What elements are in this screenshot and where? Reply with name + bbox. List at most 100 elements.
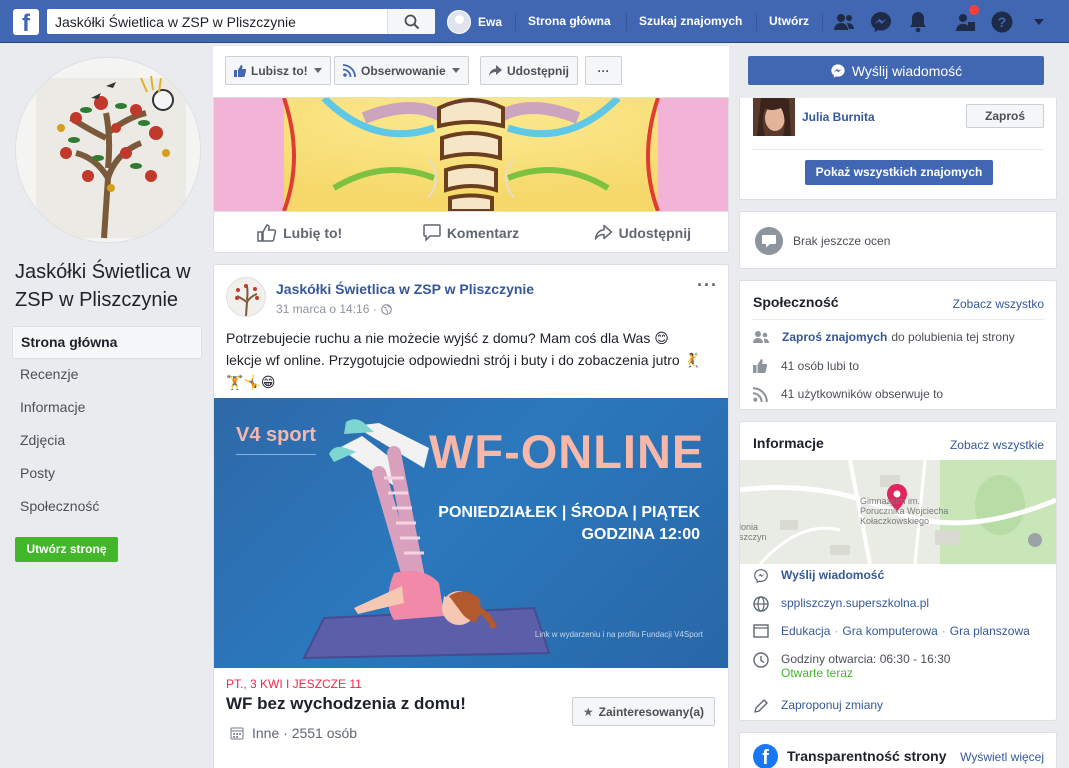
category-link[interactable]: Gra planszowa bbox=[950, 624, 1030, 638]
info-suggest-row: Zaproponuj zmiany bbox=[753, 698, 883, 714]
follow-page-label: Obserwowanie bbox=[361, 63, 446, 78]
event-image-days: PONIEDZIAŁEK | ŚRODA | PIĄTEK bbox=[438, 504, 700, 521]
sidebar-item-home[interactable]: Strona główna bbox=[12, 326, 202, 359]
profile-link[interactable]: Ewa bbox=[447, 9, 502, 34]
sidebar-item-photos[interactable]: Zdjęcia bbox=[12, 425, 202, 458]
invite-friends-link[interactable]: Zaproś znajomych bbox=[782, 330, 887, 344]
messenger-icon[interactable] bbox=[869, 10, 893, 34]
globe-icon bbox=[753, 596, 769, 612]
invite-friend-button[interactable]: Zaproś bbox=[966, 104, 1044, 128]
invite-friends-icon bbox=[753, 331, 769, 343]
send-message-button[interactable]: Wyślij wiadomość bbox=[748, 56, 1044, 85]
separator-dot: · bbox=[941, 624, 946, 638]
nav-home-link[interactable]: Strona główna bbox=[528, 14, 611, 28]
website-link[interactable]: sppliszczyn.superszkolna.pl bbox=[781, 596, 929, 610]
followers-count-text[interactable]: 41 użytkowników obserwuje to bbox=[781, 387, 943, 401]
clock-icon bbox=[753, 652, 769, 668]
post-text-line: Potrzebujecie ruchu a nie możecie wyjść … bbox=[226, 330, 669, 346]
map-place-label: Gimnazjum im. Porucznika Wojciecha Kołac… bbox=[860, 496, 949, 526]
share-arrow-icon bbox=[489, 64, 502, 76]
suggest-edits-link[interactable]: Zaproponuj zmiany bbox=[781, 698, 883, 712]
chevron-down-icon[interactable] bbox=[1031, 14, 1047, 30]
sidebar-item-about[interactable]: Informacje bbox=[12, 392, 202, 425]
no-ratings-text: Brak jeszcze ocen bbox=[793, 234, 891, 248]
event-image-hour: GODZINA 12:00 bbox=[581, 526, 700, 543]
post-text-line: 🏋🤸😁 bbox=[226, 374, 276, 390]
info-categories-row: Edukacja · Gra komputerowa · Gra planszo… bbox=[753, 624, 1030, 638]
info-title: Informacje bbox=[753, 435, 824, 451]
user-avatar bbox=[447, 9, 471, 34]
page-profile-picture[interactable] bbox=[15, 57, 201, 243]
page-action-bar: Lubisz to! Obserwowanie Udostępnij ··· bbox=[213, 46, 729, 98]
friends-icon[interactable] bbox=[832, 10, 856, 34]
event-meta-text: Inne · 2551 osób bbox=[252, 725, 358, 741]
event-image-footer: Link w wydarzeniu i na profilu Fundacji … bbox=[534, 630, 703, 639]
thumbs-up-icon bbox=[753, 359, 768, 373]
post-time-text: 31 marca o 14:16 · bbox=[276, 302, 377, 316]
post-author-link[interactable]: Jaskółki Świetlica w ZSP w Pliszczynie bbox=[276, 281, 534, 297]
thumbs-up-icon bbox=[234, 64, 246, 77]
like-post-button[interactable]: Lubię to! bbox=[214, 212, 385, 253]
help-icon[interactable]: ? bbox=[990, 10, 1014, 34]
post-author-avatar[interactable] bbox=[226, 277, 266, 317]
invite-friends-card: Julia Burnita Zaproś Pokaż wszystkich zn… bbox=[739, 98, 1057, 200]
svg-text:?: ? bbox=[998, 14, 1007, 30]
star-icon: ★ bbox=[582, 704, 594, 719]
nav-divider bbox=[515, 13, 516, 31]
post-options-button[interactable]: ··· bbox=[697, 275, 718, 296]
event-title[interactable]: WF bez wychodzenia z domu! bbox=[226, 694, 466, 714]
show-all-friends-button[interactable]: Pokaż wszystkich znajomych bbox=[805, 160, 993, 185]
info-message-row: Wyślij wiadomość bbox=[753, 568, 884, 584]
bell-icon[interactable] bbox=[906, 10, 930, 34]
event-cover-image[interactable]: V4 sport WF-ONLINE PONIEDZIAŁEK | ŚRODA … bbox=[214, 398, 728, 668]
location-map[interactable]: Gimnazjum im. Porucznika Wojciecha Kołac… bbox=[740, 460, 1056, 564]
follow-page-button[interactable]: Obserwowanie bbox=[334, 56, 469, 85]
category-link[interactable]: Gra komputerowa bbox=[842, 624, 937, 638]
friend-name-link[interactable]: Julia Burnita bbox=[802, 110, 875, 124]
community-see-all-link[interactable]: Zobacz wszystko bbox=[953, 297, 1044, 311]
share-arrow-icon bbox=[594, 224, 612, 240]
post-card: Lubię to! Komentarz Udostępnij bbox=[213, 98, 729, 253]
transparency-title: Transparentność strony bbox=[787, 748, 947, 764]
interested-button[interactable]: ★ Zainteresowany(a) bbox=[571, 697, 715, 726]
comment-post-button[interactable]: Komentarz bbox=[385, 212, 556, 253]
page-sidebar-nav: Strona główna Recenzje Informacje Zdjęci… bbox=[12, 326, 202, 524]
post-timestamp[interactable]: 31 marca o 14:16 · bbox=[276, 302, 392, 316]
share-post-button[interactable]: Udostępnij bbox=[557, 212, 728, 253]
facebook-logo[interactable]: f bbox=[13, 9, 39, 35]
about-info-card: Informacje Zobacz wszystkie Gimnazjum im… bbox=[739, 421, 1057, 721]
nav-find-friends-link[interactable]: Szukaj znajomych bbox=[639, 14, 742, 28]
ratings-card: Brak jeszcze ocen bbox=[739, 211, 1057, 269]
sidebar-item-reviews[interactable]: Recenzje bbox=[12, 359, 202, 392]
info-send-message-link[interactable]: Wyślij wiadomość bbox=[781, 568, 884, 582]
post-body-text: Potrzebujecie ruchu a nie możecie wyjść … bbox=[226, 327, 706, 393]
sidebar-item-community[interactable]: Społeczność bbox=[12, 491, 202, 524]
more-options-button[interactable]: ··· bbox=[585, 56, 622, 85]
like-page-button[interactable]: Lubisz to! bbox=[225, 56, 331, 85]
category-tag-icon bbox=[753, 624, 769, 638]
search-input[interactable] bbox=[47, 9, 387, 34]
search-button[interactable] bbox=[387, 9, 435, 34]
sidebar-item-posts[interactable]: Posty bbox=[12, 458, 202, 491]
like-page-label: Lubisz to! bbox=[251, 63, 308, 78]
likes-count-text[interactable]: 41 osób lubi to bbox=[781, 359, 859, 373]
pencil-icon bbox=[754, 699, 768, 713]
post-artwork-image[interactable] bbox=[214, 98, 728, 211]
info-see-all-link[interactable]: Zobacz wszystkie bbox=[950, 438, 1044, 452]
user-name: Ewa bbox=[478, 14, 503, 29]
transparency-see-more-link[interactable]: Wyświetl więcej bbox=[960, 750, 1044, 764]
notification-badge bbox=[969, 5, 979, 15]
category-link[interactable]: Edukacja bbox=[781, 624, 830, 638]
likes-row: 41 osób lubi to bbox=[753, 356, 859, 376]
divider bbox=[752, 149, 1044, 150]
nav-divider bbox=[756, 13, 757, 31]
map-town-label: lonia szczyn bbox=[740, 522, 767, 542]
share-page-button[interactable]: Udostępnij bbox=[480, 56, 578, 85]
create-page-button[interactable]: Utwórz stronę bbox=[15, 537, 118, 562]
friend-avatar[interactable] bbox=[753, 98, 795, 136]
chevron-down-icon bbox=[313, 68, 322, 73]
nav-create-link[interactable]: Utwórz bbox=[769, 14, 809, 28]
rating-icon bbox=[755, 227, 783, 255]
like-post-label: Lubię to! bbox=[283, 224, 343, 241]
share-page-label: Udostępnij bbox=[507, 63, 569, 78]
